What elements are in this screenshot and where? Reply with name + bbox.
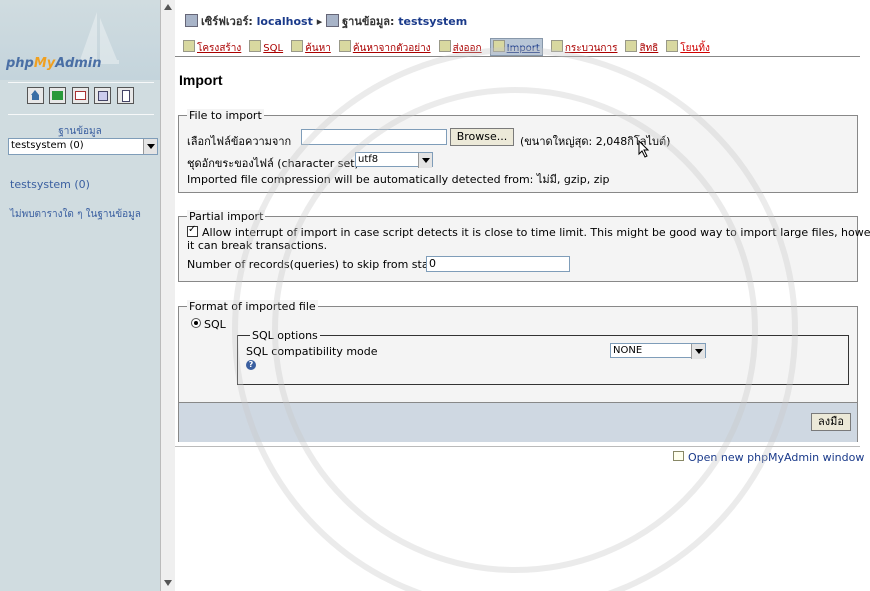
tab-icon	[492, 40, 505, 52]
scroll-up-icon[interactable]	[163, 2, 173, 12]
section-legend: Partial import	[187, 210, 266, 223]
database-icon[interactable]	[49, 87, 66, 104]
compat-mode-select[interactable]: NONE	[610, 343, 706, 359]
divider	[8, 114, 154, 115]
tab-icon	[625, 40, 638, 52]
submit-bar: ลงมือ	[179, 402, 857, 442]
mouse-cursor-icon	[638, 140, 650, 158]
file-to-import-section: File to import เลือกไฟล์ข้อความจาก Brows…	[178, 109, 858, 193]
database-select[interactable]: testsystem (0)	[8, 138, 158, 155]
tab-bar: โครงสร้าง SQL ค้นหา ค้นหาจากตัวอย่าง ส่งออก I…	[183, 38, 718, 56]
sql-format-radio[interactable]	[191, 318, 201, 328]
skip-label: Number of records(queries) to skip from …	[187, 258, 438, 271]
divider	[175, 446, 860, 447]
section-legend: Format of imported file	[187, 300, 318, 313]
page-title: Import	[179, 72, 223, 88]
tab-icon	[249, 40, 262, 52]
breadcrumb: เซิร์ฟเวอร์: localhost ▸ ฐานข้อมูล: test…	[185, 12, 467, 30]
phpmyadmin-logo-text: phpMyAdmin	[6, 56, 102, 71]
section-legend: File to import	[187, 109, 264, 122]
database-icon	[326, 14, 340, 27]
tab-7[interactable]: สิทธิ	[625, 40, 658, 56]
main-frame: เซิร์ฟเวอร์: localhost ▸ ฐานข้อมูล: test…	[175, 0, 870, 591]
tab-icon	[666, 40, 679, 52]
help-icon[interactable]: ?	[246, 360, 256, 370]
tab-2[interactable]: ค้นหา	[291, 40, 331, 56]
sql-options-section: SQL options SQL compatibility mode NONE …	[237, 329, 849, 385]
tab-8[interactable]: โยนทิ้ง	[666, 40, 710, 56]
sql-query-icon[interactable]	[94, 87, 111, 104]
chevron-down-icon[interactable]	[691, 344, 705, 359]
charset-select[interactable]: utf8	[355, 152, 433, 168]
database-link[interactable]: testsystem (0)	[10, 178, 90, 191]
chevron-down-icon[interactable]	[143, 139, 157, 154]
tab-icon	[550, 40, 563, 52]
skip-records-input[interactable]: 0	[426, 256, 570, 272]
open-new-window-link[interactable]: Open new phpMyAdmin window	[673, 451, 864, 464]
server-icon	[185, 14, 198, 27]
database-link[interactable]: testsystem	[398, 15, 467, 28]
server-link[interactable]: localhost	[257, 15, 313, 28]
format-section: Format of imported file SQL SQL options …	[178, 300, 858, 442]
allow-interrupt-checkbox[interactable]	[187, 224, 198, 237]
tab-4[interactable]: ส่งออก	[438, 40, 482, 56]
scroll-down-icon[interactable]	[163, 578, 173, 588]
sql-format-option[interactable]: SQL	[191, 318, 226, 331]
file-path-input[interactable]	[301, 129, 447, 145]
compression-note: Imported file compression will be automa…	[187, 173, 610, 186]
logo[interactable]: phpMyAdmin	[0, 0, 160, 80]
quick-icons	[0, 87, 160, 104]
new-window-icon	[673, 451, 684, 461]
browse-button[interactable]: Browse...	[450, 128, 514, 146]
no-tables-message: ไม่พบตารางใด ๆ ในฐานข้อมูล	[10, 209, 141, 220]
navigation-frame: phpMyAdmin ฐานข้อมูล testsystem (0) test…	[0, 0, 161, 591]
home-icon[interactable]	[26, 87, 44, 104]
tab-icon	[183, 40, 195, 52]
section-legend: SQL options	[250, 329, 320, 342]
tab-icon	[291, 40, 304, 52]
tab-icon	[438, 40, 451, 52]
docs-icon[interactable]	[116, 87, 134, 104]
allow-interrupt-text: it can break transactions.	[187, 239, 328, 252]
tab-0[interactable]: โครงสร้าง	[183, 40, 241, 56]
tab-6[interactable]: กระบวนการ	[550, 40, 617, 56]
partial-import-section: Partial import Allow interrupt of import…	[178, 210, 870, 282]
table-icon[interactable]	[71, 87, 89, 104]
chevron-right-icon: ▸	[316, 15, 323, 28]
divider	[8, 82, 154, 83]
tab-icon	[338, 40, 351, 52]
tab-5[interactable]: Import	[489, 38, 543, 56]
frame-scrollbar[interactable]	[160, 0, 175, 591]
go-button[interactable]: ลงมือ	[811, 413, 851, 431]
allow-interrupt-option[interactable]: Allow interrupt of import in case script…	[187, 224, 870, 239]
divider	[175, 56, 860, 57]
tab-3[interactable]: ค้นหาจากตัวอย่าง	[338, 40, 431, 56]
file-label: เลือกไฟล์ข้อความจาก	[187, 135, 292, 148]
tab-1[interactable]: SQL	[249, 40, 283, 54]
database-label: ฐานข้อมูล	[58, 126, 102, 137]
compat-label: SQL compatibility mode	[246, 345, 378, 358]
chevron-down-icon[interactable]	[418, 153, 432, 168]
